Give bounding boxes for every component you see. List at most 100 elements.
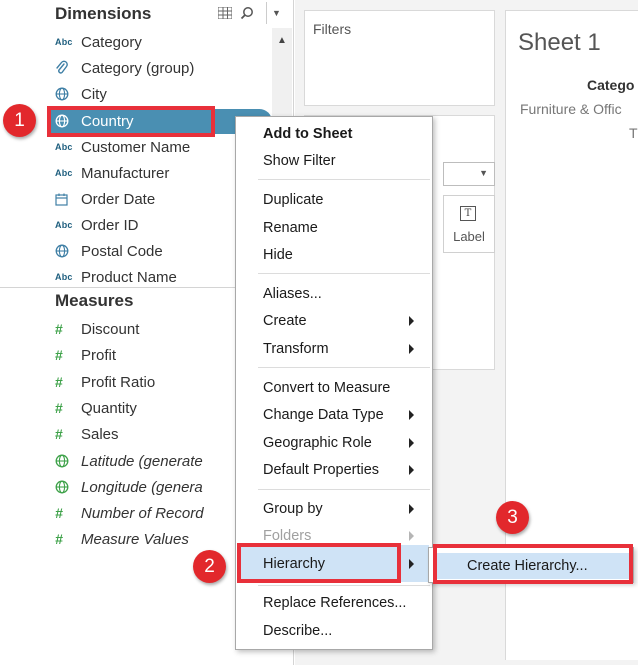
submenu-arrow-icon — [409, 344, 414, 354]
submenu-arrow-icon — [409, 504, 414, 514]
chevron-down-icon: ▼ — [479, 168, 488, 178]
view-toggle-icon[interactable] — [216, 3, 234, 23]
submenu-arrow-icon — [409, 410, 414, 420]
menu-item-change-data-type[interactable]: Change Data Type — [236, 402, 432, 428]
callout-highlight-country — [47, 106, 215, 137]
column-header: Catego — [587, 77, 635, 93]
number-type-icon: # — [55, 321, 63, 337]
field-latitude[interactable]: Latitude (generate — [55, 450, 203, 472]
menu-separator — [258, 273, 430, 274]
field-label: Profit — [81, 346, 117, 364]
globe-icon — [55, 87, 81, 101]
submenu-arrow-icon — [409, 465, 414, 475]
column-value: Furniture & Offic — [520, 101, 622, 117]
menu-item-label: Transform — [263, 341, 329, 357]
menu-item-describe[interactable]: Describe... — [236, 618, 432, 644]
search-icon[interactable] — [238, 3, 256, 23]
callout-highlight-hierarchy — [237, 543, 401, 583]
sheet-title: Sheet 1 — [518, 29, 601, 56]
menu-separator — [258, 489, 430, 490]
menu-item-group-by[interactable]: Group by — [236, 496, 432, 522]
menu-item-hide[interactable]: Hide — [236, 242, 432, 268]
number-type-icon: # — [55, 531, 63, 547]
menu-item-label: Create — [263, 313, 307, 329]
menu-item-replace-references[interactable]: Replace References... — [236, 590, 432, 616]
field-discount[interactable]: # Discount — [55, 318, 139, 340]
field-category-group[interactable]: Category (group) — [55, 57, 194, 79]
menu-item-geographic-role[interactable]: Geographic Role — [236, 430, 432, 456]
globe-icon — [55, 454, 81, 468]
field-product-name[interactable]: Abc Product Name — [55, 266, 177, 288]
string-type-icon: Abc — [55, 272, 73, 282]
calendar-icon — [55, 193, 81, 206]
submenu-arrow-icon — [409, 559, 414, 569]
number-type-icon: # — [55, 505, 63, 521]
paperclip-icon — [55, 60, 81, 76]
scroll-up-icon[interactable]: ▲ — [272, 32, 292, 48]
field-customer-name[interactable]: Abc Customer Name — [55, 136, 190, 158]
submenu-arrow-icon — [409, 438, 414, 448]
menu-item-label: Default Properties — [263, 462, 380, 478]
field-number-of-records[interactable]: # Number of Record — [55, 502, 204, 524]
chevron-down-icon[interactable]: ▼ — [266, 2, 286, 24]
menu-item-create[interactable]: Create — [236, 308, 432, 334]
globe-icon — [55, 244, 81, 258]
field-profit-ratio[interactable]: # Profit Ratio — [55, 371, 155, 393]
string-type-icon: Abc — [55, 37, 73, 47]
field-label: Discount — [81, 320, 140, 338]
submenu-arrow-icon — [409, 531, 414, 541]
field-label: Postal Code — [81, 242, 163, 260]
callout-highlight-create-hierarchy — [433, 544, 633, 584]
mark-type-dropdown[interactable]: ▼ — [443, 162, 495, 186]
menu-item-label: Group by — [263, 501, 323, 517]
menu-item-add-to-sheet[interactable]: Add to Sheet — [236, 121, 432, 147]
field-label: City — [81, 85, 107, 103]
field-postal-code[interactable]: Postal Code — [55, 240, 163, 262]
number-type-icon: # — [55, 347, 63, 363]
field-order-date[interactable]: Order Date — [55, 188, 155, 210]
menu-separator — [258, 367, 430, 368]
menu-item-aliases[interactable]: Aliases... — [236, 281, 432, 307]
field-label: Quantity — [81, 399, 137, 417]
menu-item-convert-to-measure[interactable]: Convert to Measure — [236, 375, 432, 401]
menu-item-rename[interactable]: Rename — [236, 215, 432, 241]
field-sales[interactable]: # Sales — [55, 423, 119, 445]
menu-item-transform[interactable]: Transform — [236, 336, 432, 362]
field-label: Measure Values — [81, 530, 189, 548]
field-profit[interactable]: # Profit — [55, 344, 116, 366]
step-badge-1: 1 — [3, 104, 36, 137]
filters-shelf[interactable]: Filters — [304, 10, 495, 106]
field-label: Order Date — [81, 190, 156, 208]
field-label: Category — [81, 33, 142, 51]
field-label: Number of Record — [81, 504, 204, 522]
string-type-icon: Abc — [55, 168, 73, 178]
step-badge-3: 3 — [496, 501, 529, 534]
measures-title: Measures — [55, 291, 134, 310]
field-label: Profit Ratio — [81, 373, 156, 391]
pane-toolbar: ▼ — [216, 2, 286, 24]
globe-icon — [55, 480, 81, 494]
label-button[interactable]: T Label — [443, 195, 495, 253]
field-quantity[interactable]: # Quantity — [55, 397, 137, 419]
field-city[interactable]: City — [55, 83, 107, 105]
string-type-icon: Abc — [55, 142, 73, 152]
field-label: Order ID — [81, 216, 139, 234]
field-category[interactable]: Abc Category — [55, 31, 142, 53]
field-measure-values[interactable]: # Measure Values — [55, 528, 189, 550]
menu-item-show-filter[interactable]: Show Filter — [236, 148, 432, 174]
field-manufacturer[interactable]: Abc Manufacturer — [55, 162, 169, 184]
column-value-tail: T — [629, 125, 638, 141]
field-longitude[interactable]: Longitude (genera — [55, 476, 203, 498]
number-type-icon: # — [55, 400, 63, 416]
menu-separator — [258, 179, 430, 180]
number-type-icon: # — [55, 374, 63, 390]
menu-item-default-properties[interactable]: Default Properties — [236, 457, 432, 483]
field-label: Category (group) — [81, 59, 195, 77]
label-button-text: Label — [453, 229, 485, 244]
menu-item-label: Folders — [263, 528, 312, 544]
field-label: Longitude (genera — [81, 478, 203, 496]
menu-separator — [258, 585, 430, 586]
field-order-id[interactable]: Abc Order ID — [55, 214, 139, 236]
menu-item-duplicate[interactable]: Duplicate — [236, 187, 432, 213]
string-type-icon: Abc — [55, 220, 73, 230]
